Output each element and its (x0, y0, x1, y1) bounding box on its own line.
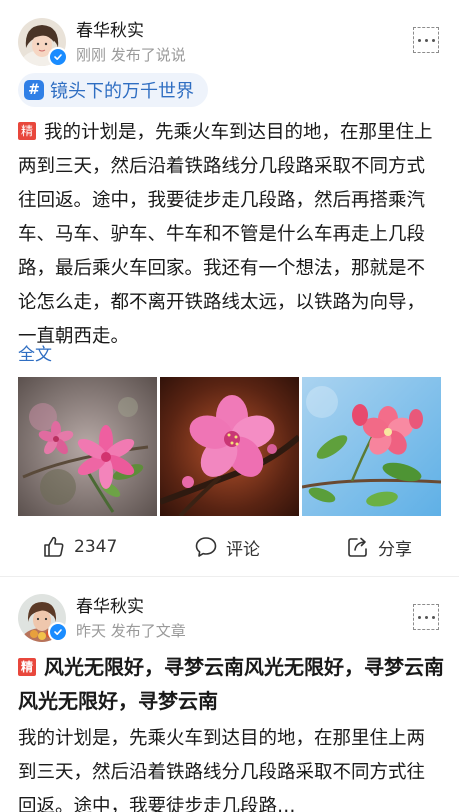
post-body: 精我的计划是，先乘火车到达目的地，在那里住上两到三天，然后沿着铁路线分几段路采取… (18, 116, 443, 354)
featured-badge: 精 (18, 122, 36, 140)
post-meta: 昨天 发布了文章 (76, 622, 186, 640)
article-title[interactable]: 精风光无限好，寻梦云南风光无限好，寻梦云南风光无限好，寻梦云南 (18, 650, 448, 718)
verified-badge-icon (48, 622, 68, 642)
article-title-text: 风光无限好，寻梦云南风光无限好，寻梦云南风光无限好，寻梦云南 (18, 655, 444, 713)
crabapple-blossom-photo[interactable] (302, 377, 441, 516)
verified-badge-icon (48, 47, 68, 67)
more-dots-icon[interactable] (413, 604, 439, 630)
post-body-text: 我的计划是，先乘火车到达目的地，在那里住上两到三天，然后沿着铁路线分几段路采取不… (18, 122, 433, 347)
pink-blossom-photo[interactable] (18, 377, 157, 516)
topic-tag[interactable]: # 镜头下的万千世界 (18, 73, 208, 107)
share-label: 分享 (378, 539, 412, 560)
featured-badge: 精 (18, 658, 36, 676)
hashtag-icon: # (24, 80, 44, 100)
comment-bubble-icon (195, 537, 217, 557)
comment-label: 评论 (226, 539, 260, 560)
feed-post-1: 春华秋实 刚刚 发布了说说 # 镜头下的万千世界 精我的计划是，先乘火车到达目的… (0, 0, 459, 576)
article-excerpt[interactable]: 我的计划是，先乘火车到达目的地，在那里住上两到三天，然后沿着铁路线分几段路采取不… (18, 722, 443, 812)
like-button[interactable]: 2347 (42, 531, 117, 563)
post-meta: 刚刚 发布了说说 (76, 46, 186, 64)
feed-post-2: 春华秋实 昨天 发布了文章 精风光无限好，寻梦云南风光无限好，寻梦云南风光无限好… (0, 577, 459, 812)
author-name[interactable]: 春华秋实 (76, 592, 144, 617)
full-text-link[interactable]: 全文 (18, 340, 52, 365)
thumbs-up-icon (44, 536, 64, 557)
post-actions: 2347 评论 分享 (0, 531, 459, 563)
author-name[interactable]: 春华秋实 (76, 16, 144, 41)
share-icon (348, 537, 367, 557)
comment-button[interactable]: 评论 (194, 531, 260, 563)
topic-label: 镜头下的万千世界 (50, 81, 194, 102)
share-button[interactable]: 分享 (346, 531, 412, 563)
more-dots-icon[interactable] (413, 27, 439, 53)
like-count: 2347 (74, 537, 118, 557)
peach-blossom-photo[interactable] (160, 377, 299, 516)
